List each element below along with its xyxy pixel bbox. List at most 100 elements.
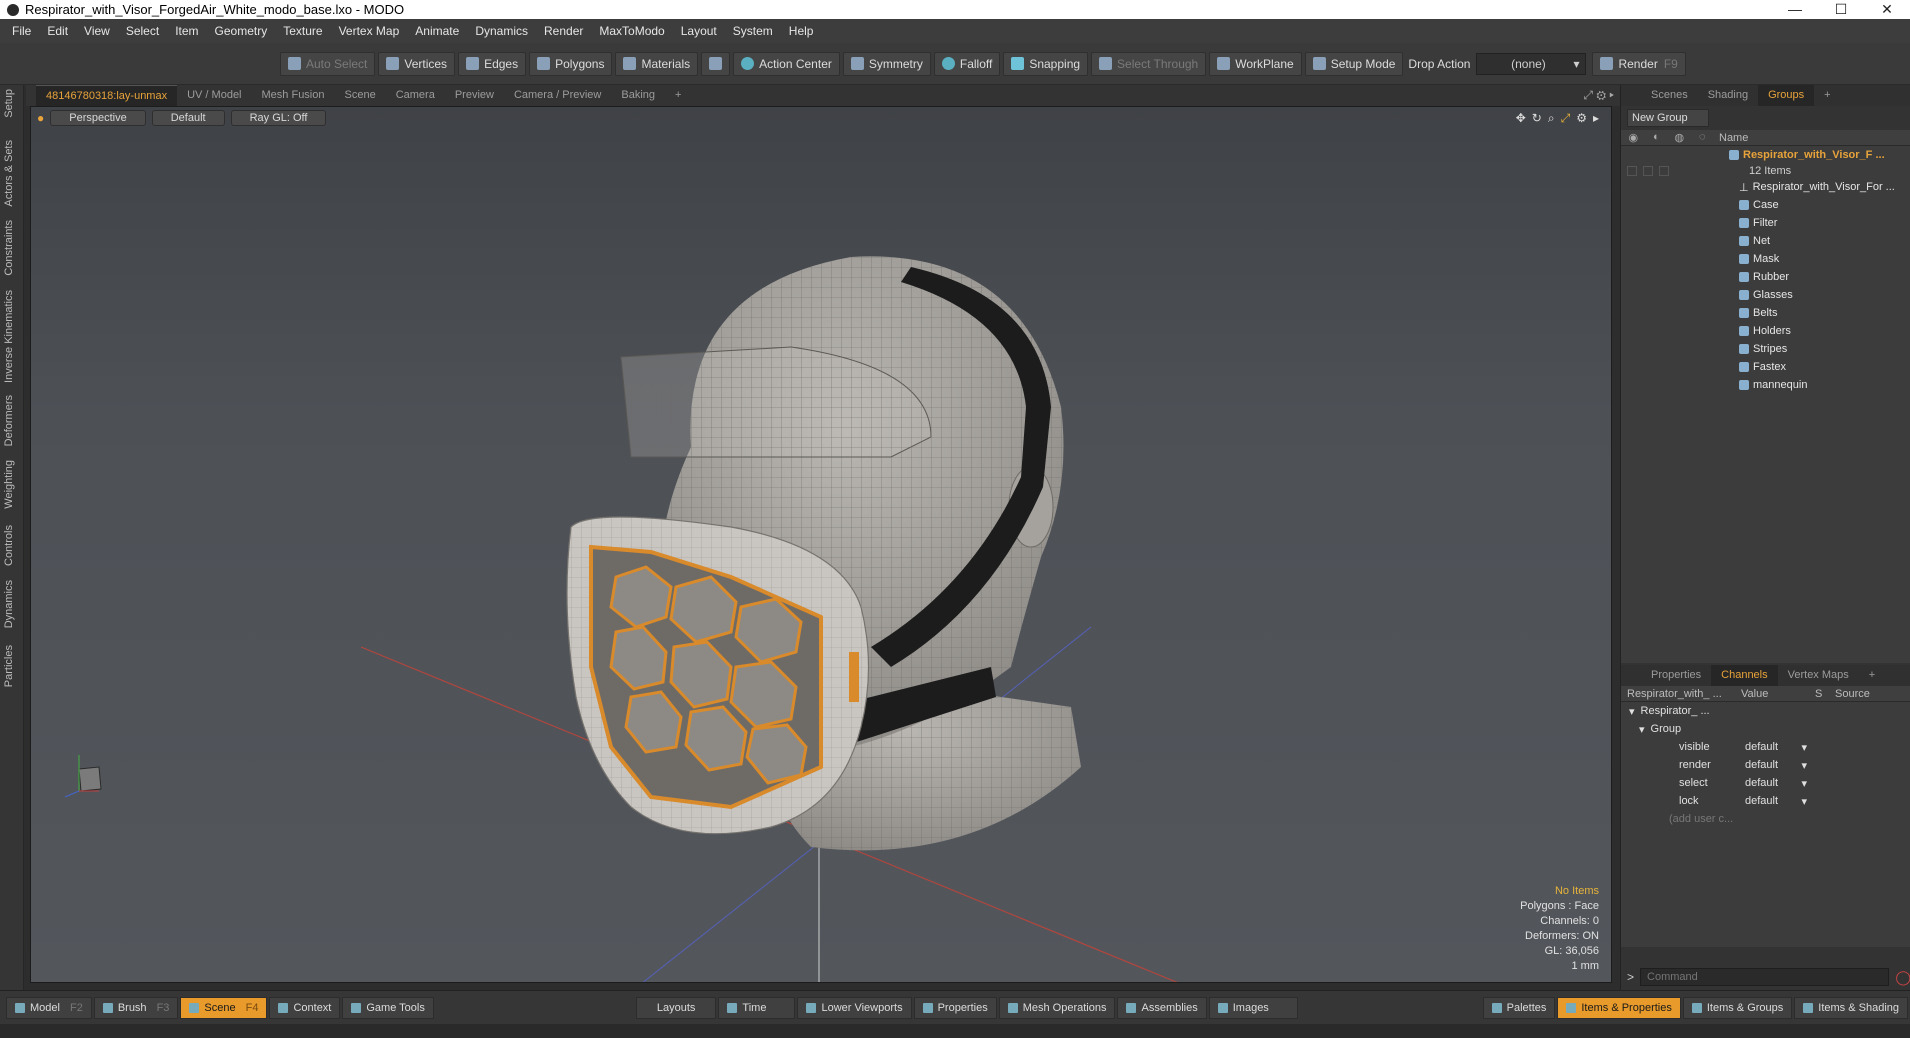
properties-button[interactable]: Properties	[913, 996, 997, 1019]
rail-tab-particles[interactable]: Particles	[3, 645, 15, 687]
palettes-button[interactable]: Palettes	[1482, 996, 1556, 1019]
assemblies-button[interactable]: Assemblies	[1117, 996, 1207, 1019]
add-tab-button[interactable]: +	[665, 85, 691, 106]
group-item-glasses[interactable]: Glasses	[1621, 286, 1910, 304]
tab-lay-unmax[interactable]: 48146780318:lay-unmax	[36, 85, 178, 106]
images-button[interactable]: Images	[1208, 996, 1298, 1019]
snapping-button[interactable]: Snapping	[1003, 51, 1089, 76]
maximize-icon[interactable]: ☐	[1818, 1, 1864, 18]
viewport-menu-icon[interactable]: ●	[37, 111, 44, 125]
rail-tab-actors[interactable]: Actors & Sets	[3, 140, 15, 207]
select-through-button[interactable]: Select Through	[1091, 51, 1207, 76]
projection-dropdown[interactable]: Perspective	[50, 110, 146, 126]
edges-button[interactable]: Edges	[458, 51, 527, 76]
layout-scene-button[interactable]: Scene F4	[180, 996, 268, 1019]
auto-select-button[interactable]: Auto Select	[280, 51, 376, 76]
tab-mesh-fusion[interactable]: Mesh Fusion	[252, 85, 335, 106]
channel-tree-group[interactable]: ▾ Group	[1621, 720, 1910, 738]
menu-dynamics[interactable]: Dynamics	[467, 24, 536, 38]
tab-scenes[interactable]: Scenes	[1641, 85, 1698, 106]
rail-tab-constraints[interactable]: Constraints	[3, 220, 15, 276]
group-item-stripes[interactable]: Stripes	[1621, 340, 1910, 358]
add-properties-tab-button[interactable]: +	[1859, 665, 1885, 686]
mesh-operations-button[interactable]: Mesh Operations	[998, 996, 1116, 1019]
tab-preview[interactable]: Preview	[445, 85, 504, 106]
layout-context-button[interactable]: Context	[269, 996, 341, 1019]
tab-camera[interactable]: Camera	[386, 85, 445, 106]
rail-tab-weighting[interactable]: Weighting	[3, 460, 15, 509]
time-button[interactable]: Time	[718, 996, 796, 1019]
tab-vertex-maps[interactable]: Vertex Maps	[1778, 665, 1859, 686]
group-item-belts[interactable]: Belts	[1621, 304, 1910, 322]
group-item-fastex[interactable]: Fastex	[1621, 358, 1910, 376]
tab-uv-model[interactable]: UV / Model	[177, 85, 251, 106]
menu-edit[interactable]: Edit	[39, 24, 76, 38]
layout-game-tools-button[interactable]: Game Tools	[342, 996, 434, 1019]
name-column-header[interactable]: Name	[1713, 132, 1748, 144]
tab-channels[interactable]: Channels	[1711, 665, 1778, 686]
symmetry-button[interactable]: Symmetry	[842, 51, 931, 76]
falloff-button[interactable]: Falloff	[933, 51, 1001, 76]
menu-texture[interactable]: Texture	[275, 24, 330, 38]
tab-scene[interactable]: Scene	[335, 85, 386, 106]
menu-render[interactable]: Render	[536, 24, 591, 38]
tab-baking[interactable]: Baking	[611, 85, 665, 106]
materials-button[interactable]: Materials	[615, 51, 699, 76]
rotate-icon[interactable]: ↻	[1532, 111, 1542, 126]
menu-item[interactable]: Item	[167, 24, 206, 38]
action-center-button[interactable]: Action Center	[733, 51, 840, 76]
menu-view[interactable]: View	[76, 24, 118, 38]
menu-animate[interactable]: Animate	[407, 24, 467, 38]
group-item-mannequin[interactable]: mannequin	[1621, 376, 1910, 394]
group-item-holders[interactable]: Holders	[1621, 322, 1910, 340]
item-mode-button[interactable]	[701, 51, 731, 76]
eye-icon[interactable]: ◉	[1628, 131, 1638, 144]
render-button[interactable]: Render F9	[1592, 51, 1686, 76]
lower-viewports-button[interactable]: Lower Viewports	[797, 996, 912, 1019]
menu-help[interactable]: Help	[781, 24, 822, 38]
add-user-channel-row[interactable]: (add user c...	[1621, 810, 1910, 828]
drop-action-dropdown[interactable]: (none) ▾	[1476, 52, 1587, 75]
fit-icon[interactable]: ⤢	[1561, 111, 1571, 126]
menu-layout[interactable]: Layout	[673, 24, 725, 38]
group-item-rubber[interactable]: Rubber	[1621, 268, 1910, 286]
add-panel-tab-button[interactable]: +	[1814, 85, 1840, 106]
new-group-button[interactable]: New Group	[1627, 109, 1709, 127]
lock-col-icon[interactable]: ◍	[1674, 131, 1684, 144]
pan-icon[interactable]: ✥	[1516, 111, 1526, 126]
group-item-case[interactable]: Case	[1621, 196, 1910, 214]
menu-file[interactable]: File	[4, 24, 39, 38]
layout-model-button[interactable]: Model F2	[6, 996, 92, 1019]
setup-mode-button[interactable]: Setup Mode	[1304, 51, 1404, 76]
workplane-button[interactable]: WorkPlane	[1209, 51, 1302, 76]
record-icon[interactable]: ◯	[1895, 969, 1910, 986]
rail-tab-ik[interactable]: Inverse Kinematics	[3, 290, 15, 383]
rail-tab-controls[interactable]: Controls	[3, 525, 15, 566]
render-col-icon[interactable]: ◐	[1653, 131, 1660, 144]
polygons-button[interactable]: Polygons	[529, 51, 613, 76]
layout-brush-button[interactable]: Brush F3	[93, 996, 179, 1019]
group-item-mask[interactable]: Mask	[1621, 250, 1910, 268]
channel-row-visible[interactable]: visible default ▾	[1621, 738, 1910, 756]
tab-properties[interactable]: Properties	[1641, 665, 1711, 686]
menu-vertex-map[interactable]: Vertex Map	[331, 24, 408, 38]
channel-source-column[interactable]: Source	[1829, 688, 1870, 700]
layouts-button[interactable]: Layouts	[635, 996, 717, 1019]
group-item-net[interactable]: Net	[1621, 232, 1910, 250]
shading-dropdown[interactable]: Default	[151, 110, 225, 126]
select-col-icon[interactable]: ◌	[1699, 131, 1706, 144]
close-icon[interactable]: ✕	[1864, 1, 1910, 18]
rail-tab-dynamics[interactable]: Dynamics	[3, 580, 15, 628]
tab-camera-preview[interactable]: Camera / Preview	[504, 85, 611, 106]
tab-shading[interactable]: Shading	[1698, 85, 1758, 106]
minimize-icon[interactable]: —	[1772, 1, 1818, 18]
items-shading-button[interactable]: Items & Shading	[1794, 996, 1908, 1019]
rail-tab-setup[interactable]: Setup	[3, 89, 15, 118]
channel-row-render[interactable]: render default ▾	[1621, 756, 1910, 774]
channel-name-column[interactable]: Respirator_with_ ...	[1621, 688, 1735, 700]
raygl-toggle[interactable]: Ray GL: Off	[230, 110, 327, 126]
expand-icon[interactable]: ⤢ ⚙ ▸	[1583, 88, 1622, 103]
channel-s-column[interactable]: S	[1809, 688, 1829, 700]
channel-tree-root[interactable]: ▾ Respirator_ ...	[1621, 702, 1910, 720]
menu-maxtomodo[interactable]: MaxToModo	[591, 24, 672, 38]
